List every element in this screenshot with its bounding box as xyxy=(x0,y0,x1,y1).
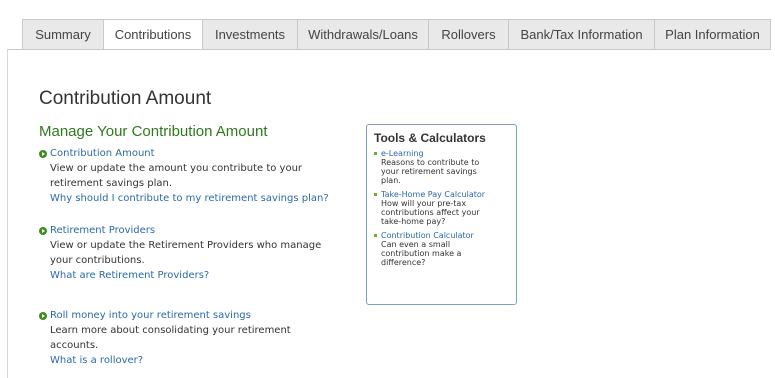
what-is-rollover-link[interactable]: What is a rollover? xyxy=(39,353,291,368)
retirement-providers-link[interactable]: Retirement Providers xyxy=(39,223,321,238)
why-contribute-link[interactable]: Why should I contribute to my retirement… xyxy=(39,191,329,206)
contribution-amount-link-label: Contribution Amount xyxy=(50,148,155,159)
tool-description: plan. xyxy=(381,176,401,185)
tool-description: take-home pay? xyxy=(381,217,446,226)
retirement-providers-block: Retirement Providers View or update the … xyxy=(39,223,321,283)
tool-description: difference? xyxy=(381,258,426,267)
tool-description: Reasons to contribute to xyxy=(381,158,480,167)
page-title: Contribution Amount xyxy=(39,88,212,109)
item-description: your contributions. xyxy=(50,255,145,266)
tab-withdrawals-loans[interactable]: Withdrawals/Loans xyxy=(297,19,428,50)
tools-calculators-box: Tools & Calculators e-Learning Reasons t… xyxy=(366,124,517,305)
item-description: Learn more about consolidating your reti… xyxy=(50,325,291,336)
item-description: View or update the amount you contribute… xyxy=(50,163,303,174)
tool-description: Can even a small xyxy=(381,240,451,249)
tool-e-learning: e-Learning Reasons to contribute to your… xyxy=(374,149,509,185)
tab-bar: Summary Contributions Investments Withdr… xyxy=(22,19,771,50)
tools-title: Tools & Calculators xyxy=(374,131,486,145)
tool-description: How will your pre-tax xyxy=(381,199,467,208)
item-description: View or update the Retirement Providers … xyxy=(50,240,322,251)
contribution-amount-link[interactable]: Contribution Amount xyxy=(39,146,329,161)
arrow-right-icon xyxy=(39,226,47,235)
tool-take-home-pay: Take-Home Pay Calculator How will your p… xyxy=(374,190,509,226)
tab-contributions[interactable]: Contributions xyxy=(103,19,202,50)
tool-description: contribution make a xyxy=(381,249,462,258)
tab-rollovers[interactable]: Rollovers xyxy=(428,19,508,50)
what-are-retirement-providers-link[interactable]: What are Retirement Providers? xyxy=(39,268,321,283)
tab-bank-tax-information[interactable]: Bank/Tax Information xyxy=(508,19,654,50)
tool-description: contributions affect your xyxy=(381,208,480,217)
bullet-icon xyxy=(374,234,377,237)
contribution-calculator-link[interactable]: Contribution Calculator xyxy=(381,231,509,240)
bullet-icon xyxy=(374,152,377,155)
top-bar: Summary Contributions Investments Withdr… xyxy=(0,0,775,56)
rollover-block: Roll money into your retirement savings … xyxy=(39,308,291,368)
tool-contribution-calculator: Contribution Calculator Can even a small… xyxy=(374,231,509,267)
tab-summary[interactable]: Summary xyxy=(22,19,103,50)
retirement-providers-link-label: Retirement Providers xyxy=(50,225,156,236)
item-description: accounts. xyxy=(50,340,99,351)
arrow-right-icon xyxy=(39,311,47,320)
item-description: retirement savings plan. xyxy=(50,178,172,189)
e-learning-link[interactable]: e-Learning xyxy=(381,149,509,158)
roll-money-link-label: Roll money into your retirement savings xyxy=(50,310,251,321)
roll-money-link[interactable]: Roll money into your retirement savings xyxy=(39,308,291,323)
bullet-icon xyxy=(374,193,377,196)
tab-plan-information[interactable]: Plan Information xyxy=(654,19,771,50)
tab-investments[interactable]: Investments xyxy=(202,19,297,50)
tool-description: your retirement savings xyxy=(381,167,477,176)
section-title: Manage Your Contribution Amount xyxy=(39,123,268,140)
arrow-right-icon xyxy=(39,149,47,158)
contribution-amount-block: Contribution Amount View or update the a… xyxy=(39,146,329,206)
take-home-pay-calculator-link[interactable]: Take-Home Pay Calculator xyxy=(381,190,509,199)
